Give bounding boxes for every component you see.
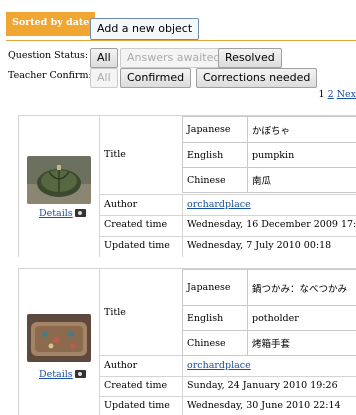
title-text: かぼちゃ xyxy=(248,117,356,143)
object-card: Details Title Japanese 鍋つかみ：なべつかみ Englis… xyxy=(18,268,356,415)
updated-time-value: Wednesday, 7 July 2010 00:18 xyxy=(187,240,331,251)
add-new-object-button[interactable]: Add a new object xyxy=(90,18,199,40)
updated-time-field: Updated time Wednesday, 30 June 2010 22:… xyxy=(99,396,356,415)
created-time-value: Sunday, 24 January 2010 19:26 xyxy=(187,380,338,391)
title-row-chinese: Chinese 烤箱手套 xyxy=(183,331,356,356)
created-time-value: Wednesday, 16 December 2009 17:32 xyxy=(187,219,356,230)
updated-time-label: Updated time xyxy=(104,240,170,251)
column-divider xyxy=(99,116,100,257)
title-text: 南瓜 xyxy=(248,168,356,193)
page-current: 1 xyxy=(319,89,325,100)
title-text: potholder xyxy=(248,306,356,331)
details-link[interactable]: Details xyxy=(39,369,86,380)
question-status-filter: Question Status: All Answers awaited Res… xyxy=(8,46,348,68)
sorted-by-date-tab[interactable]: Sorted by date xyxy=(6,12,95,36)
teacher-confirm-filter: Teacher Confirm: All Confirmed Correctio… xyxy=(8,66,348,88)
object-card: Details Title Japanese かぼちゃ English pump… xyxy=(18,115,356,257)
updated-time-label: Updated time xyxy=(104,400,170,411)
language-label: English xyxy=(183,143,248,168)
title-row-japanese: Japanese かぼちゃ xyxy=(183,117,356,143)
camera-icon xyxy=(75,370,86,378)
language-label: Japanese xyxy=(183,117,248,143)
page-2-link[interactable]: 2 xyxy=(328,89,334,100)
title-label: Title xyxy=(104,149,126,160)
object-thumbnail[interactable] xyxy=(27,156,91,204)
author-field: Author orchardplace xyxy=(99,356,356,377)
created-time-field: Created time Wednesday, 16 December 2009… xyxy=(99,215,356,237)
title-translations-table: Japanese かぼちゃ English pumpkin Chinese 南瓜 xyxy=(182,116,356,193)
question-status-resolved-button[interactable]: Resolved xyxy=(218,48,282,68)
language-label: English xyxy=(183,306,248,331)
title-row-chinese: Chinese 南瓜 xyxy=(183,168,356,193)
title-text: pumpkin xyxy=(248,143,356,168)
teacher-confirm-corrections-needed-button[interactable]: Corrections needed xyxy=(196,68,317,88)
author-link[interactable]: orchardplace xyxy=(187,360,251,371)
details-link[interactable]: Details xyxy=(39,208,86,219)
title-row-japanese: Japanese 鍋つかみ：なべつかみ xyxy=(183,270,356,306)
column-divider xyxy=(99,269,100,415)
created-time-label: Created time xyxy=(104,380,167,391)
title-row-english: English pumpkin xyxy=(183,143,356,168)
author-link[interactable]: orchardplace xyxy=(187,199,251,210)
column-divider xyxy=(182,195,183,257)
author-field: Author orchardplace xyxy=(99,195,356,216)
object-thumbnail[interactable] xyxy=(27,314,91,362)
next-page-link[interactable]: Nex xyxy=(337,89,356,100)
language-label: Chinese xyxy=(183,331,248,356)
author-label: Author xyxy=(104,199,137,210)
question-status-label: Question Status: xyxy=(8,50,88,61)
title-row-english: English potholder xyxy=(183,306,356,331)
created-time-field: Created time Sunday, 24 January 2010 19:… xyxy=(99,376,356,397)
language-label: Japanese xyxy=(183,270,248,306)
title-text: 烤箱手套 xyxy=(248,331,356,356)
sort-tab-bar: Sorted by date Add a new object xyxy=(6,12,356,41)
title-label: Title xyxy=(104,307,126,318)
title-translations-table: Japanese 鍋つかみ：なべつかみ English potholder Ch… xyxy=(182,269,356,356)
author-label: Author xyxy=(104,360,137,371)
teacher-confirm-label: Teacher Confirm: xyxy=(8,70,92,81)
teacher-confirm-confirmed-button[interactable]: Confirmed xyxy=(120,68,191,88)
details-label: Details xyxy=(39,369,73,380)
question-status-all-button[interactable]: All xyxy=(90,48,118,68)
updated-time-field: Updated time Wednesday, 7 July 2010 00:1… xyxy=(99,236,356,257)
details-label: Details xyxy=(39,208,73,219)
question-status-answers-awaited-button[interactable]: Answers awaited xyxy=(120,48,227,68)
title-text: 鍋つかみ：なべつかみ xyxy=(248,270,356,306)
pagination: 1 2 Nex xyxy=(319,89,356,100)
camera-icon xyxy=(75,209,86,217)
updated-time-value: Wednesday, 30 June 2010 22:14 xyxy=(187,400,341,411)
teacher-confirm-all-button[interactable]: All xyxy=(90,68,118,88)
created-time-label: Created time xyxy=(104,219,167,230)
column-divider xyxy=(182,356,183,415)
language-label: Chinese xyxy=(183,168,248,193)
